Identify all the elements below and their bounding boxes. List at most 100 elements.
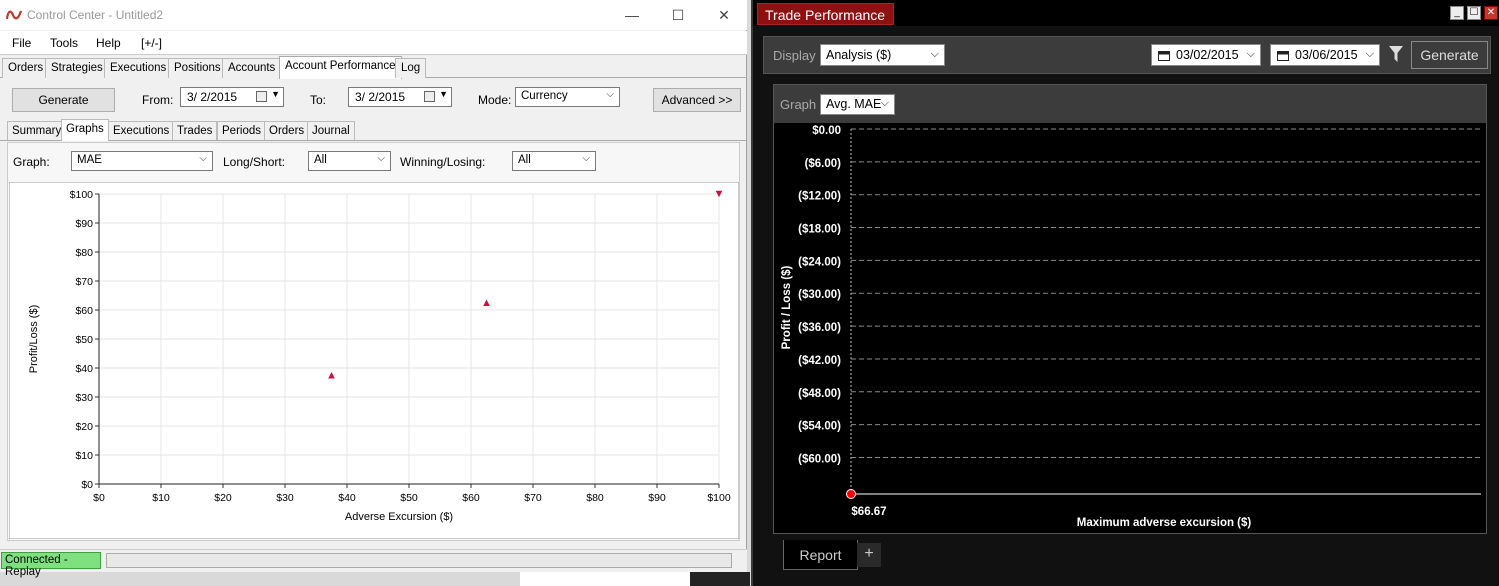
- winlose-select[interactable]: All ⌵: [512, 151, 596, 171]
- tp-maximize-button[interactable]: ☐: [1467, 6, 1481, 20]
- y-tick-label: $20: [75, 421, 93, 433]
- status-message-field: [106, 553, 732, 568]
- tab-strategies[interactable]: Strategies: [45, 58, 109, 78]
- maximize-button[interactable]: ☐: [668, 5, 688, 25]
- x-tick-label: $80: [586, 492, 604, 504]
- y-tick-label: ($6.00): [805, 158, 842, 170]
- chevron-down-icon: ⌵: [880, 97, 889, 109]
- tab-log[interactable]: Log: [395, 58, 427, 78]
- y-tick-label: ($30.00): [798, 289, 841, 301]
- tp-bottom-tabs: Report +: [753, 540, 1499, 586]
- tp-window-title: Trade Performance: [757, 3, 895, 25]
- app-logo-icon: [6, 10, 22, 20]
- background-window: [520, 572, 690, 586]
- chevron-down-icon[interactable]: ▼: [271, 89, 280, 99]
- subtab-executions[interactable]: Executions: [108, 121, 175, 140]
- y-axis-label: Profit/Loss ($): [28, 305, 40, 373]
- tp-graph-label: Graph: [780, 97, 817, 112]
- y-tick-label: $60: [75, 305, 93, 317]
- y-axis-label: Profit / Loss ($): [781, 265, 793, 349]
- mode-select[interactable]: Currency ⌵: [515, 87, 620, 107]
- x-tick-label: $30: [276, 492, 294, 504]
- mae-scatter-chart: $0 $10 $20 $30 $40 $50 $60 $70 $80 $90 $100 $0 $10 $2…: [9, 182, 739, 539]
- generate-button[interactable]: Generate: [12, 88, 115, 112]
- calendar-icon: [1158, 51, 1170, 61]
- mode-value: Currency: [521, 90, 568, 102]
- longshort-label: Long/Short:: [223, 155, 286, 169]
- x-axis-label: Maximum adverse excursion ($): [1077, 517, 1252, 529]
- display-label: Display: [773, 48, 816, 63]
- menu-toggle[interactable]: [+/-]: [141, 36, 162, 50]
- filter-icon[interactable]: [1389, 46, 1403, 62]
- subtab-periods[interactable]: Periods: [217, 121, 266, 140]
- subtab-graphs[interactable]: Graphs: [61, 119, 109, 141]
- tab-report[interactable]: Report: [783, 540, 858, 570]
- graph-type-select[interactable]: MAE ⌵: [71, 151, 213, 171]
- longshort-select[interactable]: All ⌵: [308, 151, 391, 171]
- start-date-picker[interactable]: 03/02/2015 ⌵: [1151, 44, 1261, 66]
- close-button[interactable]: ✕: [714, 5, 734, 25]
- y-tick-label: $50: [75, 334, 93, 346]
- add-tab-button[interactable]: +: [857, 543, 881, 567]
- calendar-icon: [1277, 51, 1289, 61]
- end-date-picker[interactable]: 03/06/2015 ⌵: [1270, 44, 1380, 66]
- tp-graph-frame: Graph Avg. MAE ⌵ $0.00 ($6.00) ($12.00) ($1…: [773, 84, 1487, 534]
- control-center-window: Control Center - Untitled2 — ☐ ✕ File To…: [0, 0, 747, 578]
- graph-label: Graph:: [13, 155, 50, 169]
- longshort-value: All: [314, 154, 327, 166]
- y-tick-label: ($48.00): [798, 388, 841, 400]
- y-tick-label: $10: [75, 450, 93, 462]
- chevron-down-icon[interactable]: ▼: [439, 89, 448, 99]
- y-tick-label: $70: [75, 276, 93, 288]
- chevron-down-icon: ⌵: [582, 153, 590, 164]
- tab-executions[interactable]: Executions: [104, 58, 173, 78]
- x-tick-label: $90: [648, 492, 666, 504]
- display-select[interactable]: Analysis ($) ⌵: [820, 44, 945, 66]
- tab-accounts[interactable]: Accounts: [222, 58, 282, 78]
- menu-file[interactable]: File: [12, 36, 31, 50]
- to-date-value: 3/ 2/2015: [355, 90, 406, 104]
- winlose-value: All: [518, 154, 531, 166]
- subtab-summary[interactable]: Summary: [7, 121, 67, 140]
- mode-label: Mode:: [478, 93, 512, 107]
- trade-performance-window: Trade Performance _ ☐ ✕ Display Analysis…: [751, 0, 1499, 586]
- x-tick-label: $10: [152, 492, 170, 504]
- data-point-label: $66.67: [851, 506, 886, 518]
- y-tick-label: $30: [75, 392, 93, 404]
- tab-positions[interactable]: Positions: [168, 58, 227, 78]
- tp-generate-button[interactable]: Generate: [1411, 41, 1488, 69]
- x-tick-label: $20: [214, 492, 232, 504]
- x-tick-label: $60: [462, 492, 480, 504]
- tp-title-bar[interactable]: Trade Performance _ ☐ ✕: [753, 0, 1499, 26]
- subtab-trades[interactable]: Trades: [172, 121, 218, 140]
- tp-graph-select[interactable]: Avg. MAE ⌵: [820, 94, 895, 115]
- to-date-picker[interactable]: 3/ 2/2015 ▼: [348, 87, 452, 107]
- y-tick-label: ($54.00): [798, 421, 841, 433]
- subtab-orders[interactable]: Orders: [264, 121, 310, 140]
- winlose-label: Winning/Losing:: [400, 155, 486, 169]
- connection-status: Connected - Replay: [1, 552, 101, 578]
- subtab-journal[interactable]: Journal: [307, 121, 355, 140]
- from-date-picker[interactable]: 3/ 2/2015 ▼: [180, 87, 284, 107]
- minimize-button[interactable]: —: [622, 5, 642, 25]
- tab-orders[interactable]: Orders: [2, 58, 50, 78]
- window-title: Control Center - Untitled2: [27, 8, 164, 22]
- chevron-down-icon: ⌵: [606, 89, 614, 100]
- calendar-icon[interactable]: [424, 91, 435, 102]
- x-axis-label: Adverse Excursion ($): [345, 511, 453, 523]
- tp-close-button[interactable]: ✕: [1484, 6, 1498, 20]
- advanced-button[interactable]: Advanced >>: [653, 88, 741, 112]
- y-tick-label: $0: [81, 479, 93, 491]
- title-bar[interactable]: Control Center - Untitled2 — ☐ ✕: [0, 0, 747, 30]
- tp-minimize-button[interactable]: _: [1450, 6, 1464, 20]
- menu-tools[interactable]: Tools: [50, 36, 78, 50]
- x-tick-label: $100: [707, 492, 731, 504]
- tp-toolbar: Display Analysis ($) ⌵ 03/02/2015 ⌵ 03/0…: [763, 36, 1491, 74]
- y-tick-label: ($24.00): [798, 256, 841, 268]
- background-window-dark: [690, 572, 750, 586]
- y-tick-label: ($18.00): [798, 224, 841, 236]
- calendar-icon[interactable]: [256, 91, 267, 102]
- tp-graph-value: Avg. MAE: [826, 97, 882, 111]
- tab-account-performance[interactable]: Account Performance: [279, 56, 402, 79]
- menu-help[interactable]: Help: [96, 36, 121, 50]
